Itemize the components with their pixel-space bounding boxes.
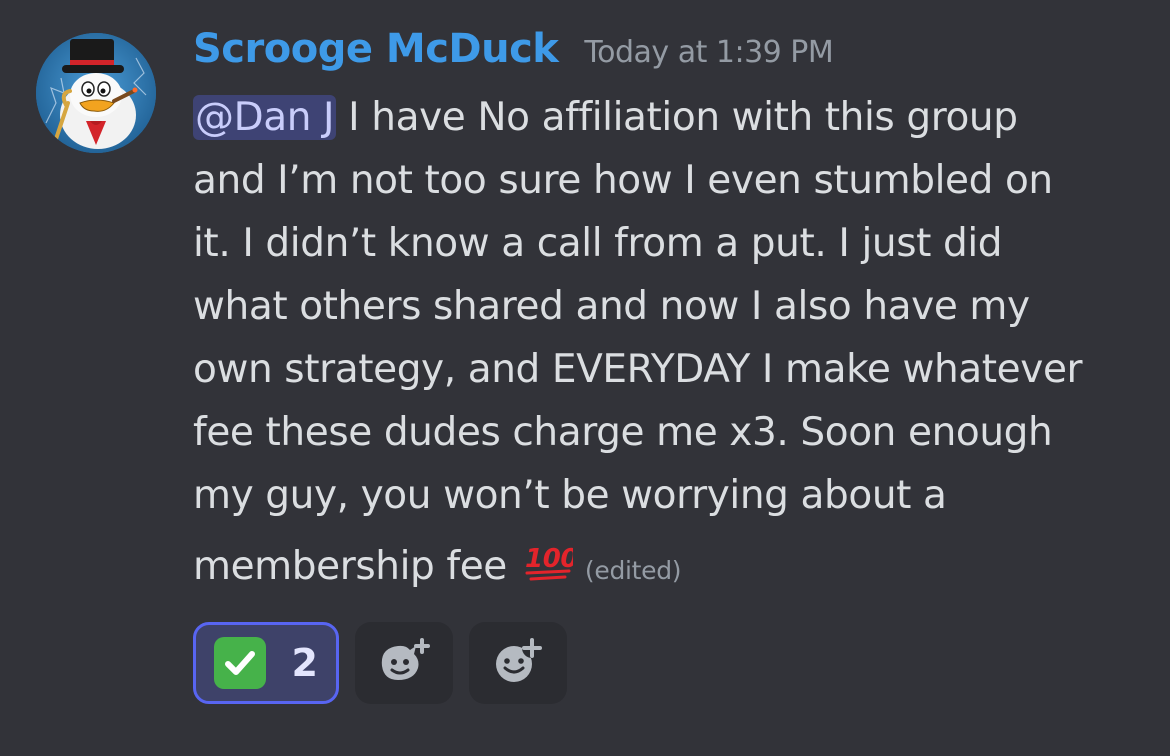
username[interactable]: Scrooge McDuck <box>193 26 559 72</box>
hundred-points-emoji-icon: 100 <box>523 535 579 581</box>
message-header: Scrooge McDuck Today at 1:39 PM <box>193 26 1153 84</box>
reactions-bar: 2 <box>193 622 567 704</box>
message-line: it. I didn’t know a call from a put. I j… <box>193 221 1003 266</box>
reaction-count: 2 <box>291 641 318 685</box>
reaction-check-mark[interactable]: 2 <box>193 622 339 704</box>
add-reaction-button[interactable] <box>469 622 567 704</box>
message-line: own strategy, and EVERYDAY I make whatev… <box>193 347 1083 392</box>
message-line: membership fee 100 (edited) <box>193 531 1153 607</box>
message-content: Scrooge McDuck Today at 1:39 PM @Dan J I… <box>193 26 1153 607</box>
user-mention[interactable]: @Dan J <box>193 95 337 140</box>
avatar-image <box>36 33 156 153</box>
message-body: @Dan J I have No affiliation with this g… <box>193 86 1153 607</box>
message-line: @Dan J I have No affiliation with this g… <box>193 95 1018 140</box>
edited-label: (edited) <box>584 556 682 585</box>
check-mark-icon <box>214 637 266 689</box>
message-line: my guy, you won’t be worrying about a <box>193 473 947 518</box>
message-line-text: I have No affiliation with this group <box>336 95 1018 140</box>
message-line: what others shared and now I also have m… <box>193 284 1030 329</box>
timestamp[interactable]: Today at 1:39 PM <box>584 35 833 70</box>
add-super-reaction-button[interactable] <box>355 622 453 704</box>
add-reaction-icon <box>490 636 546 690</box>
message-line: and I’m not too sure how I even stumbled… <box>193 158 1053 203</box>
message-line: fee these dudes charge me x3. Soon enoug… <box>193 410 1053 455</box>
avatar[interactable] <box>36 33 156 153</box>
super-reaction-icon <box>374 636 434 690</box>
svg-text:100: 100 <box>525 544 573 574</box>
chat-message: Scrooge McDuck Today at 1:39 PM @Dan J I… <box>0 0 1170 756</box>
message-line-text: membership fee <box>193 544 519 589</box>
